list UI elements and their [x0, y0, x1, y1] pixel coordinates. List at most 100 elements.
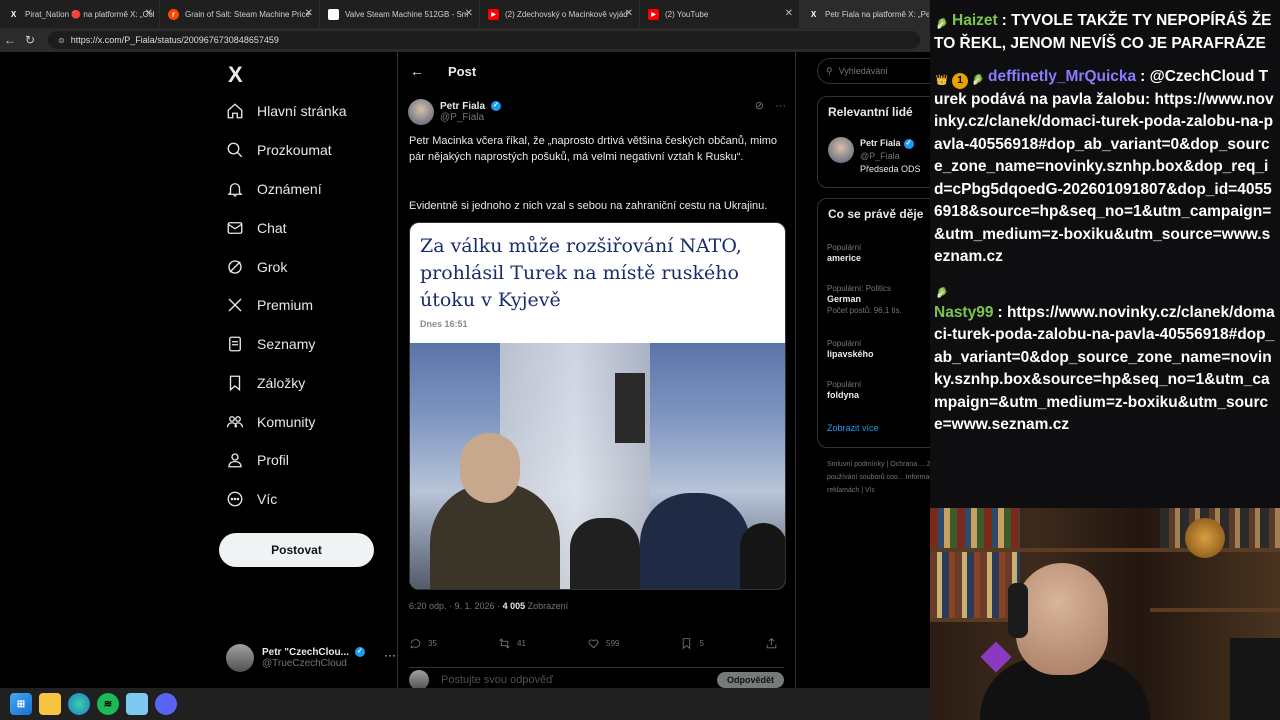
trend-item[interactable]: Populární lipavského: [827, 338, 874, 360]
tab-label: Valve Steam Machine 512GB - Sm: [345, 9, 469, 19]
nav-item-chat[interactable]: Chat: [226, 213, 287, 243]
browser-tab-active[interactable]: X Petr Fiala na platformě X: „Petr: [800, 0, 930, 28]
trending-box: Co se právě děje: [817, 198, 930, 448]
windows-start-icon[interactable]: ⊞: [10, 693, 32, 715]
trend-item[interactable]: Populární: Politics German Počet postů: …: [827, 283, 902, 316]
url-field[interactable]: ⊜ https://x.com/P_Fiala/status/200967673…: [48, 31, 920, 49]
views-count: 4 005: [502, 601, 526, 611]
close-tab-icon[interactable]: ✕: [625, 8, 633, 19]
browser-tab[interactable]: Valve Steam Machine 512GB - Sm ✕: [320, 0, 480, 28]
person-handle: @P_Fiala: [860, 151, 900, 161]
footer-links[interactable]: Smluvní podmínky | Ochrana ... Zásady po…: [827, 458, 930, 497]
reply-icon: [410, 638, 421, 649]
site-info-icon[interactable]: ⊜: [58, 36, 65, 45]
chat-text: @CzechCloud Turek podává na pavla žalobu…: [934, 67, 1274, 266]
nav-item-more[interactable]: Víc: [226, 484, 277, 514]
trend-context: Populární: [827, 380, 862, 389]
notepad-icon[interactable]: [126, 693, 148, 715]
bookmark-button[interactable]: 5: [680, 634, 704, 652]
heart-icon: [588, 639, 599, 648]
share-button[interactable]: [765, 634, 784, 652]
nav-item-communities[interactable]: Komunity: [226, 407, 315, 437]
chat-username[interactable]: Haizet: [952, 12, 998, 29]
person-shape: [640, 493, 750, 589]
post-header: ← Post: [398, 52, 797, 90]
more-options-icon[interactable]: ···: [384, 648, 396, 662]
trending-title: Co se právě děje: [828, 207, 924, 221]
file-explorer-icon[interactable]: [39, 693, 61, 715]
author-handle[interactable]: @P_Fiala: [440, 112, 501, 123]
browser-tab[interactable]: ▶ (2) YouTube ✕: [640, 0, 800, 28]
person-bio: Předseda ODS: [860, 164, 921, 174]
page-title: Post: [448, 63, 477, 79]
reply-input[interactable]: Postujte svou odpověď: [441, 674, 553, 686]
x-logo-icon[interactable]: X: [228, 62, 243, 88]
account-name: Petr "CzechClou...: [262, 647, 349, 658]
grok-icon[interactable]: ⊘: [755, 100, 764, 112]
nav-item-premium[interactable]: Premium: [226, 290, 313, 320]
post-time[interactable]: 6:20 odp. · 9. 1. 2026 ·: [409, 601, 503, 611]
more-options-icon[interactable]: ···: [775, 100, 786, 112]
reply-count: 35: [428, 638, 437, 648]
author-name[interactable]: Petr Fiala: [440, 101, 485, 112]
reply-submit-button[interactable]: Odpovědět: [716, 671, 784, 688]
person-name-row: Petr Fiala ✓: [860, 137, 921, 150]
relevant-person[interactable]: Petr Fiala ✓ @P_Fiala Předseda ODS: [828, 137, 921, 176]
share-icon: [766, 637, 777, 648]
nav-item-lists[interactable]: Seznamy: [226, 329, 315, 359]
grok-icon: [228, 260, 242, 274]
repost-icon: [499, 638, 510, 648]
like-button[interactable]: 599: [587, 634, 619, 652]
trend-item[interactable]: Populární foldyna: [827, 379, 861, 401]
nav-item-grok[interactable]: Grok: [226, 252, 287, 282]
nav-item-home[interactable]: Hlavní stránka: [226, 96, 346, 126]
repost-button[interactable]: 41: [498, 634, 526, 652]
card-time: Dnes 16:51: [420, 319, 468, 329]
right-sidebar: ⚲ Vyhledávání Relevantní lidé Petr Fiala…: [815, 52, 930, 688]
nav-item-notifications[interactable]: Oznámení: [226, 174, 322, 204]
books: [930, 552, 1020, 618]
nav-item-bookmarks[interactable]: Záložky: [226, 368, 305, 398]
bookmark-icon: [229, 375, 241, 392]
browser-tab[interactable]: r Grain of Salt: Steam Machine Price ✕: [160, 0, 320, 28]
bookshelf: [1150, 608, 1280, 612]
nav-item-explore[interactable]: Prozkoumat: [226, 135, 332, 165]
like-count: 599: [606, 638, 620, 648]
reload-icon[interactable]: ↻: [20, 33, 40, 47]
nav-item-label: Profil: [257, 452, 289, 468]
account-switcher[interactable]: Petr "CzechClou... ✓ @TrueCzechCloud ···: [226, 640, 396, 676]
reply-button[interactable]: 35: [409, 634, 437, 652]
chat-username[interactable]: Nasty99: [934, 304, 993, 321]
edge-icon[interactable]: [68, 693, 90, 715]
bookmark-icon: [683, 637, 691, 649]
post-button[interactable]: Postovat: [219, 533, 374, 567]
close-tab-icon[interactable]: ✕: [785, 8, 793, 19]
spotify-icon[interactable]: ≋: [97, 693, 119, 715]
browser-tab[interactable]: X Pirat_Nation 🔴 na platformě X: „Col ✕: [0, 0, 160, 28]
post-column: ← Post Petr Fiala ✓ @P_Fiala ⊘ ··· Petr …: [397, 52, 796, 688]
close-tab-icon[interactable]: ✕: [145, 8, 153, 19]
search-input[interactable]: ⚲ Vyhledávání: [817, 58, 930, 84]
discord-icon[interactable]: [155, 693, 177, 715]
browser-tab-bar: X Pirat_Nation 🔴 na platformě X: „Col ✕ …: [0, 0, 930, 28]
nav-item-label: Prozkoumat: [257, 142, 332, 158]
stream-chat: 🥬 Haizet: TYVOLE TAKŽE TY NEPOPÍRÁŠ ŽE TO…: [930, 0, 1280, 508]
gift-badge-icon: 1: [952, 72, 968, 89]
show-more-link[interactable]: Zobrazit více: [827, 423, 879, 433]
avatar: [828, 137, 854, 163]
link-card[interactable]: Za válku může rozšiřování NATO, prohlási…: [409, 222, 786, 590]
close-tab-icon[interactable]: ✕: [305, 8, 313, 19]
profile-icon: [228, 453, 242, 468]
close-tab-icon[interactable]: ✕: [465, 8, 473, 19]
card-headline: Za válku může rozšiřování NATO, prohlási…: [420, 235, 742, 311]
account-name-row: Petr "CzechClou... ✓: [262, 647, 365, 658]
chat-username[interactable]: deffinetly_MrQuicka: [988, 68, 1136, 85]
browser-tab[interactable]: ▶ (2) Zdechovský o Macinkově vyjád ✕: [480, 0, 640, 28]
back-arrow-icon[interactable]: ←: [0, 33, 20, 47]
nav-item-profile[interactable]: Profil: [226, 445, 289, 475]
trend-item[interactable]: Populární americe: [827, 242, 861, 264]
author-avatar[interactable]: [408, 99, 434, 125]
back-arrow-icon[interactable]: ←: [410, 63, 440, 79]
books: [930, 508, 1020, 548]
views-label: Zobrazení: [525, 601, 569, 611]
